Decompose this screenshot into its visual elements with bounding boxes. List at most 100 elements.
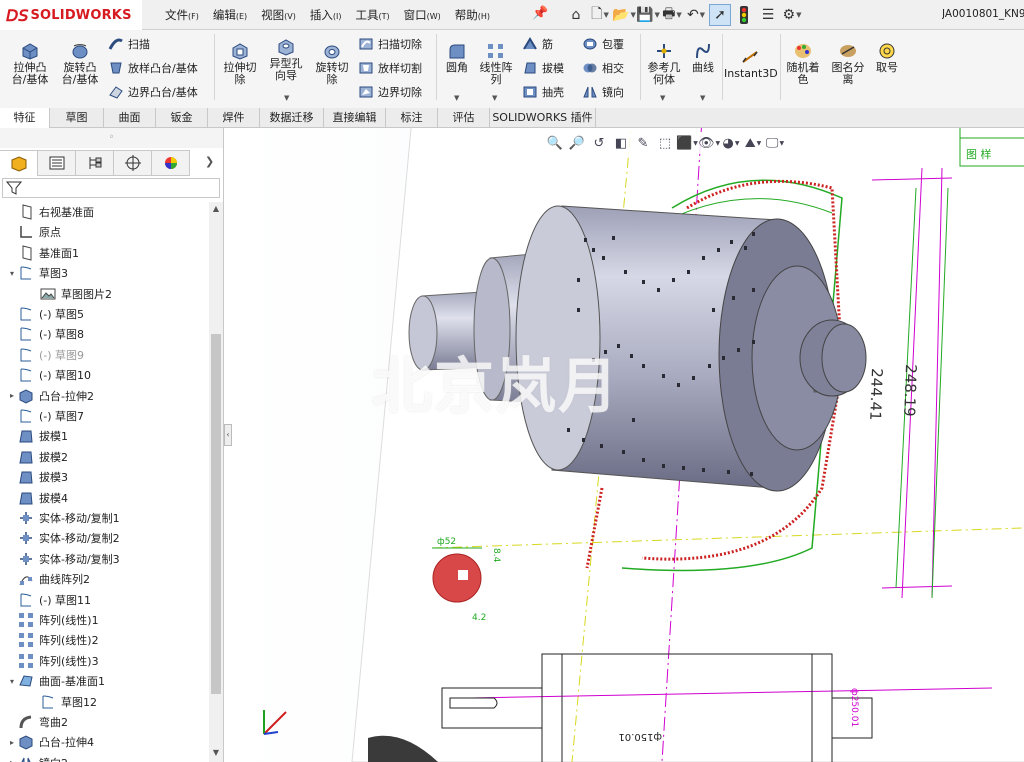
feature-tree-item[interactable]: 草图12 xyxy=(28,692,97,712)
split-layer-button[interactable]: 图名分 离 xyxy=(826,42,870,86)
sweep-cut-button[interactable]: 扫描切除 xyxy=(358,36,422,52)
expand-toggle-icon[interactable]: ▸ xyxy=(6,738,18,747)
scrollbar-thumb[interactable] xyxy=(211,334,221,694)
tab-evaluate[interactable]: 评估 xyxy=(438,108,490,128)
boundary-boss-button[interactable]: 边界凸台/基体 xyxy=(108,84,198,100)
menu-insert[interactable]: 插入(I) xyxy=(310,7,342,23)
undo-icon[interactable]: ↶ ▼ xyxy=(685,4,707,26)
dimxpert-manager-tab[interactable] xyxy=(114,150,152,176)
feature-tree-item[interactable]: 拔模2 xyxy=(6,447,68,467)
menu-help[interactable]: 帮助(H) xyxy=(455,7,490,23)
graphics-area[interactable]: ф52 8.4 4.2 ф150.01 ф250.01 244.41 248.1… xyxy=(232,128,1024,762)
feature-tree-item[interactable]: (-) 草图8 xyxy=(6,324,84,344)
tab-solidworks-addins[interactable]: SOLIDWORKS 插件 xyxy=(490,108,596,128)
display-manager-tab[interactable] xyxy=(152,150,190,176)
revolve-boss-button[interactable]: 旋转凸 台/基体 xyxy=(56,42,104,86)
feature-tree-item[interactable]: ▸ 镜向2 xyxy=(6,753,68,762)
scroll-down-icon[interactable]: ▼ xyxy=(209,748,223,757)
feature-tree-item[interactable]: 草图图片2 xyxy=(28,284,112,304)
sweep-button[interactable]: 扫描 xyxy=(108,36,150,52)
view-settings-icon[interactable]: 🖵 ▼ xyxy=(764,133,786,153)
rebuild-icon[interactable] xyxy=(733,4,755,26)
tab-sheet-metal[interactable]: 钣金 xyxy=(156,108,208,128)
shell-button[interactable]: 抽壳 xyxy=(522,84,564,100)
feature-tree-item[interactable]: ▾ 草图3 xyxy=(6,263,68,283)
edit-appearance-icon[interactable]: ◕ ▼ xyxy=(720,133,742,153)
print-icon[interactable]: 🖶 ▼ xyxy=(661,4,683,26)
hole-wizard-dropdown[interactable]: ▼ xyxy=(284,94,289,102)
previous-view-icon[interactable]: ↺ xyxy=(588,133,610,153)
expand-toggle-icon[interactable]: ▾ xyxy=(6,269,18,278)
panel-grip[interactable]: ◦ xyxy=(0,128,223,148)
tab-data-migration[interactable]: 数据迁移 xyxy=(260,108,324,128)
extrude-boss-button[interactable]: 拉伸凸 台/基体 xyxy=(6,42,54,86)
feature-manager-tab[interactable] xyxy=(0,150,38,176)
menu-view[interactable]: 视图(V) xyxy=(261,7,296,23)
feature-tree-item[interactable]: 实体-移动/复制3 xyxy=(6,549,120,569)
curves-dropdown[interactable]: ▼ xyxy=(700,94,705,102)
feature-tree-item[interactable]: 曲线阵列2 xyxy=(6,569,90,589)
feature-tree-item[interactable]: 阵列(线性)3 xyxy=(6,651,99,671)
tab-surfaces[interactable]: 曲面 xyxy=(104,108,156,128)
expand-toggle-icon[interactable]: ▸ xyxy=(6,391,18,400)
number-button[interactable]: 取号 xyxy=(870,42,904,74)
hide-show-items-icon[interactable]: 👁 ▼ xyxy=(698,133,720,153)
menu-edit[interactable]: 编辑(E) xyxy=(213,7,247,23)
feature-tree-item[interactable]: 右视基准面 xyxy=(6,202,94,222)
boundary-cut-button[interactable]: 边界切除 xyxy=(358,84,422,100)
menu-tools[interactable]: 工具(T) xyxy=(355,7,389,23)
random-color-button[interactable]: 随机着 色 xyxy=(782,42,824,86)
feature-tree-item[interactable]: 实体-移动/复制2 xyxy=(6,528,120,548)
wrap-button[interactable]: 包覆 xyxy=(582,36,624,52)
apply-scene-icon[interactable]: ⛰ ▼ xyxy=(742,133,764,153)
expand-toggle-icon[interactable]: ▸ xyxy=(6,758,18,762)
tab-markup[interactable]: 标注 xyxy=(386,108,438,128)
file-properties-icon[interactable]: ☰ xyxy=(757,4,779,26)
feature-tree-scrollbar[interactable]: ▲ ▼ xyxy=(209,202,223,762)
tab-sketch[interactable]: 草图 xyxy=(50,108,104,128)
fillet-button[interactable]: 圆角 xyxy=(440,42,474,74)
save-icon[interactable]: 💾 ▼ xyxy=(636,4,660,26)
feature-tree-item[interactable]: (-) 草图11 xyxy=(6,590,91,610)
loft-boss-button[interactable]: 放样凸台/基体 xyxy=(108,60,198,76)
fillet-dropdown[interactable]: ▼ xyxy=(454,94,459,102)
options-icon[interactable]: ⚙ ▼ xyxy=(781,4,803,26)
view-orientation-icon[interactable]: ⬚ xyxy=(654,133,676,153)
solidworks-logo[interactable]: 𝘋𝘚 SOLIDWORKS xyxy=(0,0,142,30)
feature-tree-item[interactable]: 弯曲2 xyxy=(6,712,68,732)
feature-tree-item[interactable]: 阵列(线性)2 xyxy=(6,630,99,650)
feature-tree-item[interactable]: (-) 草图7 xyxy=(6,406,84,426)
extrude-cut-button[interactable]: 拉伸切 除 xyxy=(218,42,262,86)
mirror-button[interactable]: 镜向 xyxy=(582,84,624,100)
linear-pattern-button[interactable]: 线性阵 列 xyxy=(476,42,516,86)
feature-tree-item[interactable]: 拔模1 xyxy=(6,426,68,446)
feature-tree-item[interactable]: 基准面1 xyxy=(6,243,79,263)
feature-tree-item[interactable]: 阵列(线性)1 xyxy=(6,610,99,630)
draft-button[interactable]: 拔模 xyxy=(522,60,564,76)
tab-direct-editing[interactable]: 直接编辑 xyxy=(324,108,386,128)
display-style-icon[interactable]: ⬛ ▼ xyxy=(676,133,698,153)
zoom-to-area-icon[interactable]: 🔎 xyxy=(566,133,588,153)
feature-tree-item[interactable]: 原点 xyxy=(6,222,61,242)
feature-tree-item[interactable]: (-) 草图10 xyxy=(6,365,91,385)
select-pointer-icon[interactable]: ➚ xyxy=(709,4,731,26)
panel-more-icon[interactable]: ❯ xyxy=(205,155,214,168)
loft-cut-button[interactable]: 放样切割 xyxy=(358,60,422,76)
section-view-icon[interactable]: ◧ xyxy=(610,133,632,153)
new-document-icon[interactable]: 🗋 ▼ xyxy=(589,4,611,26)
open-icon[interactable]: 📂 ▼ xyxy=(612,4,636,26)
property-manager-tab[interactable] xyxy=(38,150,76,176)
instant3d-button[interactable]: Instant3D xyxy=(724,48,778,80)
feature-tree-item[interactable]: (-) 草图5 xyxy=(6,304,84,324)
feature-tree-item[interactable]: (-) 草图9 xyxy=(6,345,84,365)
intersect-button[interactable]: 相交 xyxy=(582,60,624,76)
feature-tree-item[interactable]: 实体-移动/复制1 xyxy=(6,508,120,528)
expand-toggle-icon[interactable]: ▾ xyxy=(6,677,18,686)
configuration-manager-tab[interactable] xyxy=(76,150,114,176)
hole-wizard-button[interactable]: 异型孔 向导 xyxy=(262,38,310,82)
panel-collapse-handle[interactable]: ‹ xyxy=(224,424,232,446)
feature-tree-item[interactable]: ▸ 凸台-拉伸2 xyxy=(6,386,94,406)
reference-geometry-dropdown[interactable]: ▼ xyxy=(660,94,665,102)
home-icon[interactable]: ⌂ xyxy=(565,4,587,26)
tab-weldments[interactable]: 焊件 xyxy=(208,108,260,128)
